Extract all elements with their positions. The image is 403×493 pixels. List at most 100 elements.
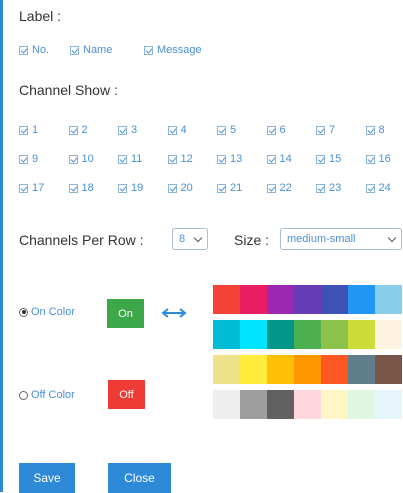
channel-checkbox[interactable]: 14 [266,153,292,165]
channel-checkbox[interactable]: 5 [217,124,236,136]
channel-checkbox[interactable]: 24 [365,182,391,194]
channel-checkbox[interactable]: 23 [316,182,341,194]
off-color-button[interactable]: Off [108,380,145,409]
color-swatch[interactable] [267,320,294,349]
color-swatch[interactable] [267,390,294,419]
checkbox-checked-icon [217,183,226,193]
checkbox-checked-icon [68,183,78,193]
channel-number: 8 [378,124,385,136]
channel-show-title: Channel Show : [19,82,118,98]
color-swatch[interactable] [240,355,267,384]
checkbox-checked-icon [217,154,226,164]
label-option-checkbox[interactable]: Message [144,44,202,56]
label-option-checkbox[interactable]: Name [70,44,112,56]
channel-number: 21 [230,182,243,194]
channel-checkbox[interactable]: 20 [167,182,193,194]
channel-number: 17 [32,182,45,194]
double-arrow-icon[interactable] [160,306,188,320]
color-swatch[interactable] [294,390,321,419]
color-swatch[interactable] [375,390,402,419]
channels-per-row-label: Channels Per Row : [19,232,144,248]
off-color-radio[interactable]: Off Color [19,389,75,401]
channel-checkbox[interactable]: 6 [266,124,286,136]
channel-checkbox[interactable]: 2 [68,124,88,136]
color-swatch[interactable] [321,390,348,419]
channel-checkbox[interactable]: 10 [68,153,94,165]
color-swatch[interactable] [321,355,348,384]
checkbox-checked-icon [365,183,375,193]
channel-checkbox[interactable]: 12 [167,153,193,165]
channel-checkbox[interactable]: 7 [316,124,335,136]
color-swatch[interactable] [240,390,267,419]
channels-per-row-select[interactable]: 8 [172,228,208,250]
channel-checkbox[interactable]: 8 [365,124,385,136]
checkbox-checked-icon [266,183,276,193]
chevron-down-icon [387,233,397,243]
channel-checkbox[interactable]: 13 [217,153,242,165]
channel-number: 24 [378,182,391,194]
label-option-checkbox[interactable]: No. [19,44,49,56]
channel-number: 1 [32,124,39,136]
color-swatch[interactable] [267,355,294,384]
color-swatch[interactable] [348,355,375,384]
save-button[interactable]: Save [19,463,75,493]
size-select[interactable]: medium-small [280,228,402,250]
color-swatch[interactable] [294,285,321,314]
checkbox-checked-icon [266,154,276,164]
on-color-radio[interactable]: On Color [19,306,75,318]
color-swatch[interactable] [213,285,240,314]
channel-checkbox[interactable]: 3 [118,124,137,136]
close-button[interactable]: Close [108,463,171,493]
palette-row [213,390,402,419]
channel-number: 14 [279,153,292,165]
channel-checkbox[interactable]: 1 [19,124,38,136]
color-swatch[interactable] [321,285,348,314]
channel-checkbox[interactable]: 9 [19,153,38,165]
channel-number: 7 [329,124,336,136]
color-swatch[interactable] [267,285,294,314]
palette-row [213,355,402,384]
channel-checkbox[interactable]: 17 [19,182,44,194]
checkbox-checked-icon [365,154,375,164]
checkbox-checked-icon [167,125,177,135]
channel-number: 15 [329,153,342,165]
channel-checkbox[interactable]: 15 [316,153,341,165]
checkbox-checked-icon [19,183,28,193]
checkbox-checked-icon [167,154,177,164]
channel-checkbox[interactable]: 18 [68,182,94,194]
color-swatch[interactable] [375,285,402,314]
channel-checkbox[interactable]: 16 [365,153,391,165]
color-swatch[interactable] [213,390,240,419]
channel-number: 10 [81,153,94,165]
checkbox-checked-icon [68,154,78,164]
color-swatch[interactable] [294,355,321,384]
color-swatch[interactable] [240,285,267,314]
on-color-button[interactable]: On [107,299,144,328]
color-swatch[interactable] [375,355,402,384]
color-swatch[interactable] [348,285,375,314]
checkbox-checked-icon [316,183,325,193]
channel-number: 19 [131,182,144,194]
color-swatch[interactable] [213,355,240,384]
color-swatch[interactable] [240,320,267,349]
channel-checkbox[interactable]: 22 [266,182,292,194]
color-swatch[interactable] [348,390,375,419]
channel-checkbox[interactable]: 11 [118,153,142,165]
checkbox-checked-icon [316,154,325,164]
channel-checkbox[interactable]: 21 [217,182,242,194]
channel-number: 6 [279,124,286,136]
channel-checkbox[interactable]: 4 [167,124,187,136]
color-swatch[interactable] [375,320,402,349]
checkbox-checked-icon [167,183,177,193]
color-swatch[interactable] [321,320,348,349]
color-swatch[interactable] [294,320,321,349]
color-swatch[interactable] [213,320,240,349]
label-option-text: Message [157,44,202,56]
color-swatch[interactable] [348,320,375,349]
channel-number: 16 [378,153,391,165]
channel-number: 13 [230,153,243,165]
checkbox-checked-icon [316,125,325,135]
channel-number: 3 [131,124,138,136]
on-color-label: On Color [31,306,76,318]
channel-checkbox[interactable]: 19 [118,182,143,194]
